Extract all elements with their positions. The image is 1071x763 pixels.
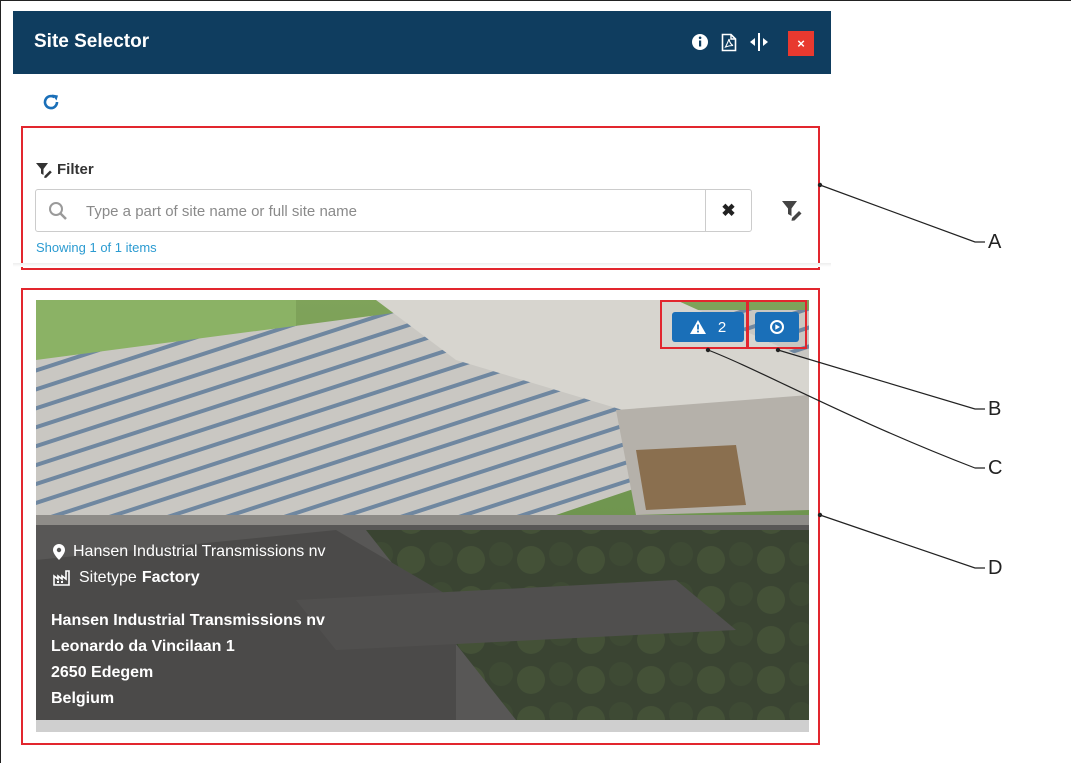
pdf-icon[interactable] bbox=[718, 31, 740, 53]
site-card-section: Hansen Industrial Transmissions nv Sitet… bbox=[21, 288, 820, 745]
site-location-name: Hansen Industrial Transmissions nv bbox=[73, 543, 326, 560]
filter-heading: Filter bbox=[35, 161, 94, 178]
filter-section: Filter ✖ Showing 1 of 1 items bbox=[21, 126, 820, 270]
clear-search-button[interactable]: ✖ bbox=[705, 190, 751, 231]
resize-icon[interactable] bbox=[748, 31, 770, 53]
advanced-filter-icon[interactable] bbox=[780, 199, 804, 221]
section-divider bbox=[13, 263, 831, 267]
search-icon bbox=[49, 202, 67, 220]
search-box: ✖ bbox=[35, 189, 752, 232]
items-count-text: Showing 1 of 1 items bbox=[36, 240, 157, 255]
sitetype-label: Sitetype bbox=[79, 569, 137, 586]
warning-icon bbox=[689, 320, 706, 334]
clear-icon: ✖ bbox=[721, 200, 736, 220]
address-line-street: Leonardo da Vincilaan 1 bbox=[51, 638, 235, 655]
play-circle-icon bbox=[770, 320, 784, 334]
go-to-site-button[interactable] bbox=[755, 312, 799, 342]
close-icon: × bbox=[797, 36, 805, 51]
site-card[interactable]: Hansen Industrial Transmissions nv Sitet… bbox=[36, 300, 809, 732]
callout-label-d: D bbox=[988, 557, 1003, 579]
search-input[interactable] bbox=[86, 198, 696, 224]
go-to-site-highlight bbox=[747, 300, 807, 349]
title-bar: Site Selector × bbox=[13, 11, 831, 74]
sitetype-value: Factory bbox=[141, 569, 200, 586]
refresh-button[interactable] bbox=[39, 90, 63, 114]
site-type-line: Sitetype Factory bbox=[53, 569, 200, 587]
alarm-badge-highlight: 2 bbox=[660, 300, 748, 349]
window-title: Site Selector bbox=[34, 31, 150, 52]
site-location-line: Hansen Industrial Transmissions nv bbox=[53, 543, 326, 561]
alarm-count: 2 bbox=[717, 318, 727, 336]
address-line-city: 2650 Edegem bbox=[51, 664, 154, 681]
callout-label-c: C bbox=[988, 457, 1003, 479]
callout-label-a: A bbox=[988, 231, 1002, 253]
callout-label-b: B bbox=[988, 398, 1002, 420]
filter-edit-icon bbox=[36, 162, 52, 178]
info-icon[interactable] bbox=[689, 31, 711, 53]
refresh-icon bbox=[43, 94, 59, 110]
address-line-company: Hansen Industrial Transmissions nv bbox=[51, 612, 325, 629]
close-button[interactable]: × bbox=[788, 31, 814, 56]
card-footer-bar bbox=[36, 720, 809, 732]
site-selector-panel: Site Selector × Filter Type a part of si… bbox=[13, 11, 831, 763]
filter-label: Filter bbox=[57, 161, 94, 178]
alarm-button[interactable]: 2 bbox=[672, 312, 744, 342]
address-line-country: Belgium bbox=[51, 690, 115, 707]
map-marker-icon bbox=[53, 544, 65, 560]
factory-icon bbox=[53, 570, 70, 586]
